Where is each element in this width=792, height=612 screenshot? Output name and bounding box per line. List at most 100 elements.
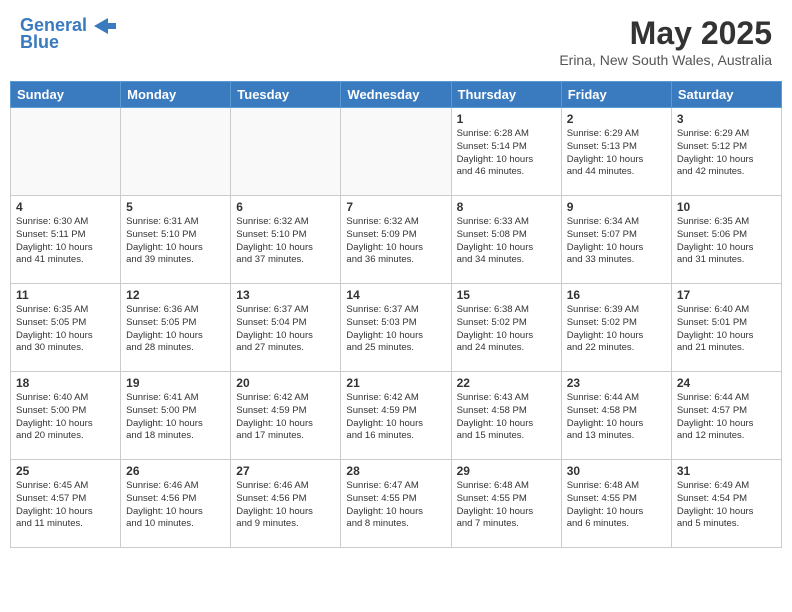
day-number: 3 — [677, 112, 776, 126]
day-number: 14 — [346, 288, 445, 302]
day-number: 9 — [567, 200, 666, 214]
calendar-cell: 13 Sunrise: 6:37 AM Sunset: 5:04 PM Dayli… — [231, 284, 341, 372]
day-info: Sunrise: 6:44 AM Sunset: 4:57 PM Dayligh… — [677, 392, 776, 443]
day-number: 10 — [677, 200, 776, 214]
logo-arrow-icon — [94, 18, 116, 34]
day-number: 24 — [677, 376, 776, 390]
calendar-week-row: 18 Sunrise: 6:40 AM Sunset: 5:00 PM Dayli… — [11, 372, 782, 460]
day-info: Sunrise: 6:35 AM Sunset: 5:06 PM Dayligh… — [677, 216, 776, 267]
day-of-week-header: Thursday — [451, 82, 561, 108]
day-info: Sunrise: 6:46 AM Sunset: 4:56 PM Dayligh… — [236, 480, 335, 531]
day-number: 20 — [236, 376, 335, 390]
day-info: Sunrise: 6:41 AM Sunset: 5:00 PM Dayligh… — [126, 392, 225, 443]
day-number: 2 — [567, 112, 666, 126]
day-info: Sunrise: 6:29 AM Sunset: 5:13 PM Dayligh… — [567, 128, 666, 179]
day-info: Sunrise: 6:40 AM Sunset: 5:01 PM Dayligh… — [677, 304, 776, 355]
day-number: 28 — [346, 464, 445, 478]
day-number: 26 — [126, 464, 225, 478]
calendar-cell: 6 Sunrise: 6:32 AM Sunset: 5:10 PM Daylig… — [231, 196, 341, 284]
day-number: 29 — [457, 464, 556, 478]
day-number: 25 — [16, 464, 115, 478]
day-info: Sunrise: 6:49 AM Sunset: 4:54 PM Dayligh… — [677, 480, 776, 531]
calendar-cell: 14 Sunrise: 6:37 AM Sunset: 5:03 PM Dayli… — [341, 284, 451, 372]
day-info: Sunrise: 6:32 AM Sunset: 5:09 PM Dayligh… — [346, 216, 445, 267]
day-info: Sunrise: 6:37 AM Sunset: 5:03 PM Dayligh… — [346, 304, 445, 355]
calendar-cell: 4Sunrise: 6:30 AM Sunset: 5:11 PM Daylig… — [11, 196, 121, 284]
day-info: Sunrise: 6:37 AM Sunset: 5:04 PM Dayligh… — [236, 304, 335, 355]
calendar-cell: 12 Sunrise: 6:36 AM Sunset: 5:05 PM Dayli… — [121, 284, 231, 372]
day-info: Sunrise: 6:31 AM Sunset: 5:10 PM Dayligh… — [126, 216, 225, 267]
day-number: 19 — [126, 376, 225, 390]
day-info: Sunrise: 6:34 AM Sunset: 5:07 PM Dayligh… — [567, 216, 666, 267]
calendar-cell: 2 Sunrise: 6:29 AM Sunset: 5:13 PM Daylig… — [561, 108, 671, 196]
day-info: Sunrise: 6:36 AM Sunset: 5:05 PM Dayligh… — [126, 304, 225, 355]
day-number: 31 — [677, 464, 776, 478]
page-header: General Blue May 2025 Erina, New South W… — [10, 10, 782, 73]
day-info: Sunrise: 6:33 AM Sunset: 5:08 PM Dayligh… — [457, 216, 556, 267]
calendar-cell: 21 Sunrise: 6:42 AM Sunset: 4:59 PM Dayli… — [341, 372, 451, 460]
day-number: 15 — [457, 288, 556, 302]
calendar-cell: 9 Sunrise: 6:34 AM Sunset: 5:07 PM Daylig… — [561, 196, 671, 284]
day-number: 18 — [16, 376, 115, 390]
day-number: 17 — [677, 288, 776, 302]
day-info: Sunrise: 6:48 AM Sunset: 4:55 PM Dayligh… — [457, 480, 556, 531]
day-number: 21 — [346, 376, 445, 390]
calendar-cell: 24 Sunrise: 6:44 AM Sunset: 4:57 PM Dayli… — [671, 372, 781, 460]
day-number: 5 — [126, 200, 225, 214]
calendar-cell: 25Sunrise: 6:45 AM Sunset: 4:57 PM Dayli… — [11, 460, 121, 548]
calendar-cell: 31 Sunrise: 6:49 AM Sunset: 4:54 PM Dayli… — [671, 460, 781, 548]
day-number: 13 — [236, 288, 335, 302]
day-of-week-header: Sunday — [11, 82, 121, 108]
logo-blue-text: Blue — [20, 32, 59, 53]
calendar-cell: 30Sunrise: 6:48 AM Sunset: 4:55 PM Dayli… — [561, 460, 671, 548]
day-info: Sunrise: 6:43 AM Sunset: 4:58 PM Dayligh… — [457, 392, 556, 443]
calendar-cell — [121, 108, 231, 196]
calendar-cell: 5 Sunrise: 6:31 AM Sunset: 5:10 PM Daylig… — [121, 196, 231, 284]
calendar-week-row: 4Sunrise: 6:30 AM Sunset: 5:11 PM Daylig… — [11, 196, 782, 284]
calendar-header-row: SundayMondayTuesdayWednesdayThursdayFrid… — [11, 82, 782, 108]
calendar-cell: 28 Sunrise: 6:47 AM Sunset: 4:55 PM Dayli… — [341, 460, 451, 548]
calendar-cell: 3Sunrise: 6:29 AM Sunset: 5:12 PM Daylig… — [671, 108, 781, 196]
day-number: 27 — [236, 464, 335, 478]
calendar-cell: 27 Sunrise: 6:46 AM Sunset: 4:56 PM Dayli… — [231, 460, 341, 548]
calendar-table: SundayMondayTuesdayWednesdayThursdayFrid… — [10, 81, 782, 548]
title-block: May 2025 Erina, New South Wales, Austral… — [559, 15, 772, 68]
calendar-cell: 16Sunrise: 6:39 AM Sunset: 5:02 PM Dayli… — [561, 284, 671, 372]
day-info: Sunrise: 6:38 AM Sunset: 5:02 PM Dayligh… — [457, 304, 556, 355]
day-of-week-header: Wednesday — [341, 82, 451, 108]
day-info: Sunrise: 6:40 AM Sunset: 5:00 PM Dayligh… — [16, 392, 115, 443]
day-number: 4 — [16, 200, 115, 214]
day-number: 8 — [457, 200, 556, 214]
calendar-cell: 10 Sunrise: 6:35 AM Sunset: 5:06 PM Dayli… — [671, 196, 781, 284]
day-info: Sunrise: 6:32 AM Sunset: 5:10 PM Dayligh… — [236, 216, 335, 267]
calendar-week-row: 25Sunrise: 6:45 AM Sunset: 4:57 PM Dayli… — [11, 460, 782, 548]
calendar-week-row: 1 Sunrise: 6:28 AM Sunset: 5:14 PM Daylig… — [11, 108, 782, 196]
day-number: 6 — [236, 200, 335, 214]
calendar-cell: 26Sunrise: 6:46 AM Sunset: 4:56 PM Dayli… — [121, 460, 231, 548]
calendar-week-row: 11 Sunrise: 6:35 AM Sunset: 5:05 PM Dayli… — [11, 284, 782, 372]
day-number: 7 — [346, 200, 445, 214]
day-info: Sunrise: 6:28 AM Sunset: 5:14 PM Dayligh… — [457, 128, 556, 179]
calendar-cell — [341, 108, 451, 196]
day-number: 12 — [126, 288, 225, 302]
calendar-cell: 8 Sunrise: 6:33 AM Sunset: 5:08 PM Daylig… — [451, 196, 561, 284]
calendar-cell: 23Sunrise: 6:44 AM Sunset: 4:58 PM Dayli… — [561, 372, 671, 460]
day-info: Sunrise: 6:35 AM Sunset: 5:05 PM Dayligh… — [16, 304, 115, 355]
calendar-cell: 29 Sunrise: 6:48 AM Sunset: 4:55 PM Dayli… — [451, 460, 561, 548]
calendar-cell: 1 Sunrise: 6:28 AM Sunset: 5:14 PM Daylig… — [451, 108, 561, 196]
day-number: 16 — [567, 288, 666, 302]
day-info: Sunrise: 6:47 AM Sunset: 4:55 PM Dayligh… — [346, 480, 445, 531]
day-number: 1 — [457, 112, 556, 126]
day-number: 11 — [16, 288, 115, 302]
day-of-week-header: Friday — [561, 82, 671, 108]
day-of-week-header: Saturday — [671, 82, 781, 108]
day-number: 23 — [567, 376, 666, 390]
calendar-cell: 15 Sunrise: 6:38 AM Sunset: 5:02 PM Dayli… — [451, 284, 561, 372]
calendar-cell: 18 Sunrise: 6:40 AM Sunset: 5:00 PM Dayli… — [11, 372, 121, 460]
month-title: May 2025 — [559, 15, 772, 52]
day-info: Sunrise: 6:42 AM Sunset: 4:59 PM Dayligh… — [346, 392, 445, 443]
calendar-cell: 17 Sunrise: 6:40 AM Sunset: 5:01 PM Dayli… — [671, 284, 781, 372]
day-number: 30 — [567, 464, 666, 478]
day-info: Sunrise: 6:42 AM Sunset: 4:59 PM Dayligh… — [236, 392, 335, 443]
calendar-cell: 11 Sunrise: 6:35 AM Sunset: 5:05 PM Dayli… — [11, 284, 121, 372]
